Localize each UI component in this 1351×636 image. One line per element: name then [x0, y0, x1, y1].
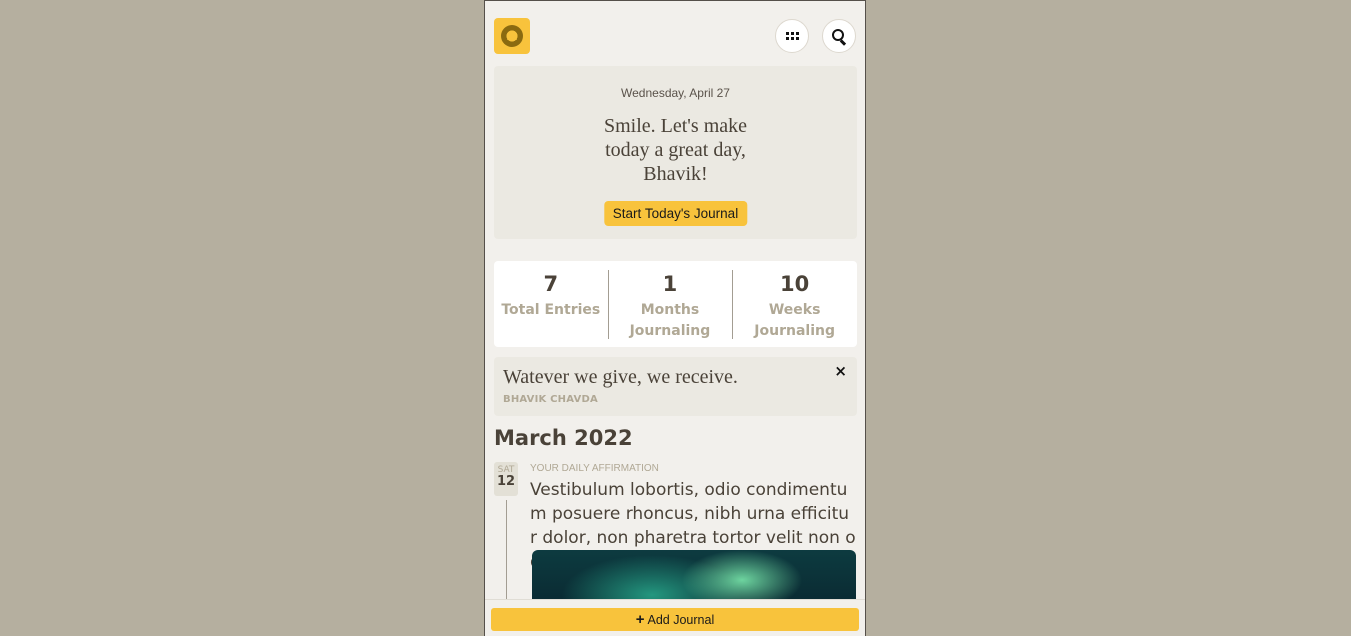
search-button[interactable]: [822, 19, 856, 53]
apps-button[interactable]: [775, 19, 809, 53]
app-screen: Wednesday, April 27 Smile. Let's make to…: [484, 0, 866, 636]
greeting-card: Wednesday, April 27 Smile. Let's make to…: [494, 66, 857, 239]
add-journal-button[interactable]: + Add Journal: [491, 608, 859, 631]
stat-label: Total Entries: [501, 302, 601, 318]
stat-label: Weeks Journaling: [754, 302, 835, 339]
current-date: Wednesday, April 27: [621, 86, 730, 100]
quote-text: Watever we give, we receive.: [503, 366, 738, 388]
sun-triangle-logo-icon: [501, 25, 523, 47]
stats-panel: 7 Total Entries 1 Months Journaling 10 W…: [494, 261, 857, 347]
stat-total-entries: 7 Total Entries: [494, 261, 608, 347]
quote-card: Watever we give, we receive. BHAVIK CHAV…: [494, 357, 857, 416]
greeting-message: Smile. Let's make today a great day, Bha…: [603, 115, 748, 185]
top-bar: [494, 18, 856, 54]
month-heading: March 2022: [494, 426, 633, 450]
search-icon: [832, 29, 847, 46]
plus-icon: +: [635, 611, 645, 628]
bottom-bar: + Add Journal: [485, 599, 865, 636]
add-journal-label: Add Journal: [647, 612, 715, 627]
logo[interactable]: [494, 18, 530, 54]
close-icon[interactable]: ×: [834, 362, 847, 380]
start-journal-button[interactable]: Start Today's Journal: [603, 201, 748, 226]
stat-months: 1 Months Journaling: [607, 261, 733, 347]
stat-value: 1: [662, 272, 678, 296]
stat-value: 10: [780, 272, 810, 296]
stat-label: Months Journaling: [629, 302, 711, 339]
grid-icon: [785, 32, 799, 40]
entry-type: YOUR DAILY AFFIRMATION: [530, 463, 659, 474]
stat-weeks: 10 Weeks Journaling: [732, 261, 857, 347]
quote-author: BHAVIK CHAVDA: [503, 394, 598, 405]
entry-date-badge: SAT 12: [494, 462, 518, 496]
entry-day: 12: [496, 474, 516, 489]
stat-value: 7: [543, 272, 559, 296]
